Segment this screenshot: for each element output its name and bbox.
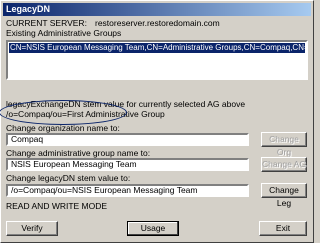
legacy-stem-input[interactable]: /o=Compaq/ou=NSIS European Messaging Tea…: [6, 184, 249, 197]
admin-groups-listbox[interactable]: CN=NSIS European Messaging Team,CN=Admin…: [6, 40, 308, 80]
usage-button[interactable]: Usage: [127, 221, 179, 236]
legacydn-window: LegacyDN CURRENT SERVER: restoreserver.r…: [0, 0, 314, 243]
change-leg-button[interactable]: Change Leg: [261, 183, 307, 208]
highlight-ellipse: [0, 100, 127, 125]
leg-label: Change legacyDN stem value to:: [6, 173, 131, 183]
org-label: Change organization name to:: [6, 123, 120, 133]
ag-label: Change administrative group name to:: [6, 148, 151, 158]
title-bar[interactable]: LegacyDN: [3, 3, 311, 16]
current-server-value: restoreserver.restoredomain.com: [95, 18, 220, 28]
change-ag-button[interactable]: Change AG: [261, 157, 307, 172]
current-server-label: CURRENT SERVER:: [6, 18, 87, 28]
mode-label: READ AND WRITE MODE: [6, 201, 108, 211]
org-name-input[interactable]: Compaq: [6, 133, 249, 146]
verify-button[interactable]: Verify: [6, 221, 58, 236]
ag-name-input[interactable]: NSIS European Messaging Team: [6, 158, 249, 171]
window-title: LegacyDN: [6, 4, 51, 14]
admin-groups-label: Existing Administrative Groups: [6, 28, 122, 38]
list-item[interactable]: CN=NSIS European Messaging Team,CN=Admin…: [9, 43, 305, 53]
exit-button[interactable]: Exit: [259, 221, 307, 236]
change-org-button[interactable]: Change Org: [261, 132, 307, 157]
